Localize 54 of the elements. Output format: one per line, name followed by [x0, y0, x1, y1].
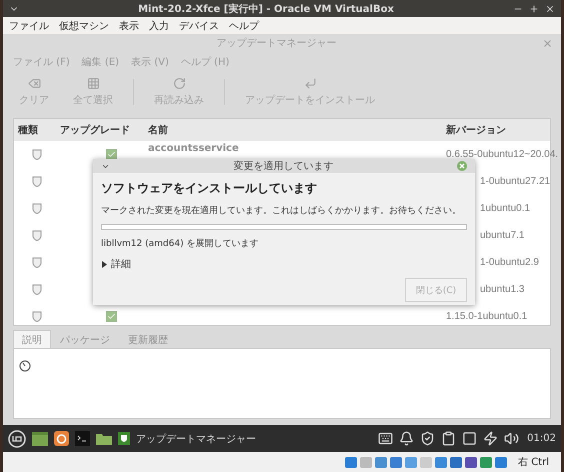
shield-icon	[32, 149, 42, 160]
reload-icon	[172, 77, 186, 90]
keyboard-icon[interactable]	[378, 431, 394, 446]
menu-item[interactable]: デバイス	[179, 18, 219, 32]
version-text: ubuntu1.3	[480, 284, 524, 295]
shield-icon	[32, 203, 42, 214]
shield-icon[interactable]	[420, 431, 436, 446]
shield-icon	[32, 257, 42, 268]
column-header[interactable]: アップグレード	[60, 123, 148, 137]
clipboard-icon[interactable]	[441, 431, 456, 446]
package-name: accountsservice	[148, 143, 240, 154]
backspace-icon	[28, 77, 40, 90]
version-text: ubuntu7.1	[480, 230, 524, 241]
bell-icon[interactable]	[399, 431, 414, 446]
checkbox[interactable]	[106, 149, 117, 160]
speaker-icon[interactable]	[504, 431, 520, 446]
version-text: 1-0ubuntu2.9	[480, 257, 539, 268]
column-header[interactable]: 名前	[148, 123, 446, 137]
host-key-label: 右 Ctrl	[518, 456, 549, 469]
app-window-title: アップデートマネージャー	[216, 36, 338, 50]
triangle-icon	[101, 260, 108, 268]
window-icon[interactable]	[32, 432, 48, 446]
menu-item[interactable]: 入力	[149, 18, 169, 32]
dialog-message: マークされた変更を現在適用しています。これはしばらくかかります。お待ちください。	[101, 204, 462, 217]
menu-item[interactable]: ファイル	[9, 18, 49, 32]
status-text: libllvm12 (amd64) を展開しています	[101, 238, 260, 250]
terminal-icon[interactable]	[75, 431, 90, 446]
clock: 01:02	[527, 433, 556, 444]
window-title: Mint-20.2-Xfce [実行中] - Oracle VM VirtualBox	[137, 2, 395, 16]
checkbox[interactable]	[106, 311, 117, 322]
menu-item[interactable]: ヘルプ	[229, 18, 259, 32]
enter-arrow-icon	[304, 77, 316, 90]
grid-icon	[86, 77, 100, 90]
shield-icon	[32, 284, 42, 295]
version-text: 0.6.55-0ubuntu12~20.04.	[446, 149, 558, 160]
shield-icon	[32, 230, 42, 241]
shield-icon	[32, 176, 42, 187]
maximize-icon[interactable]	[529, 4, 539, 14]
lightning-icon[interactable]	[483, 431, 498, 446]
dialog-title: 変更を適用しています	[232, 160, 334, 173]
mint-logo-icon[interactable]	[8, 430, 26, 448]
column-header[interactable]: 新バージョン	[446, 123, 550, 137]
menu-item[interactable]: 仮想マシン	[59, 18, 109, 32]
shield-icon	[32, 311, 42, 322]
taskbar-window-label[interactable]: アップデートマネージャー	[136, 432, 256, 446]
details-expander[interactable]: 詳細	[101, 257, 131, 271]
dialog-heading: ソフトウェアをインストールしています	[101, 180, 318, 197]
folder-icon[interactable]	[96, 432, 112, 445]
menu-item[interactable]: 表示	[119, 18, 139, 32]
version-text: 1ubuntu0.1	[480, 203, 530, 214]
version-text: 1.15.0-1ubuntu0.1	[446, 311, 528, 322]
version-text: 1-0ubuntu27.21	[480, 176, 550, 187]
column-header[interactable]: 種類	[18, 123, 60, 137]
close-icon[interactable]	[545, 4, 555, 14]
